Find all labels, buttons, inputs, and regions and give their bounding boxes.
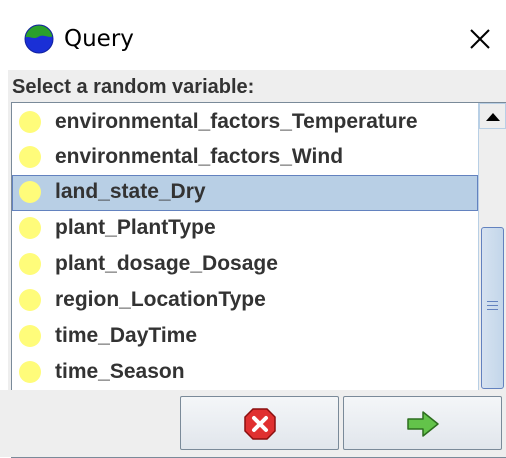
window-title: Query — [64, 26, 134, 52]
arrow-up-icon — [486, 113, 500, 121]
globe-icon — [24, 24, 54, 54]
button-bar — [0, 390, 506, 457]
cancel-button[interactable] — [180, 396, 339, 450]
grip-icon — [487, 301, 498, 313]
list-item-label: time_Season — [55, 360, 185, 383]
list-item[interactable]: time_DayTime — [12, 319, 478, 355]
list-item-label: plant_dosage_Dosage — [55, 252, 278, 275]
yellow-bulb-icon — [19, 361, 41, 383]
yellow-bulb-icon — [19, 146, 41, 168]
list-item-label: region_LocationType — [55, 288, 266, 311]
list-item-label: time_DayTime — [55, 324, 198, 347]
list-item[interactable]: time_Season — [12, 355, 478, 391]
list-item[interactable]: region_LocationType — [12, 283, 478, 319]
list-item-label: environmental_factors_Temperature — [55, 110, 418, 133]
list-item-selected[interactable]: land_state_Dry — [12, 175, 478, 211]
yellow-bulb-icon — [19, 325, 41, 347]
list-item[interactable]: plant_dosage_Dosage — [12, 247, 478, 283]
close-button[interactable] — [458, 18, 498, 58]
yellow-bulb-icon — [19, 253, 41, 275]
list-item-label: land_state_Dry — [55, 180, 206, 203]
red-x-circle-icon — [244, 408, 276, 440]
list-item[interactable]: environmental_factors_Temperature — [12, 105, 478, 141]
yellow-bulb-icon — [19, 289, 41, 311]
prompt-label: Select a random variable: — [12, 76, 255, 98]
yellow-bulb-icon — [19, 181, 41, 203]
list-item[interactable]: plant_PlantType — [12, 211, 478, 247]
ok-button[interactable] — [343, 396, 502, 450]
scroll-thumb[interactable] — [481, 227, 504, 389]
query-dialog: Query Select a random variable: environm… — [0, 0, 506, 458]
yellow-bulb-icon — [19, 111, 41, 133]
green-arrow-right-icon — [407, 411, 439, 437]
scroll-up-button[interactable] — [479, 103, 506, 129]
list-item-label: environmental_factors_Wind — [55, 145, 344, 168]
title-bar[interactable]: Query — [0, 0, 506, 70]
list-item-label: plant_PlantType — [55, 216, 216, 239]
list-item[interactable]: environmental_factors_Wind — [12, 140, 478, 176]
yellow-bulb-icon — [19, 217, 41, 239]
close-icon — [470, 29, 490, 49]
